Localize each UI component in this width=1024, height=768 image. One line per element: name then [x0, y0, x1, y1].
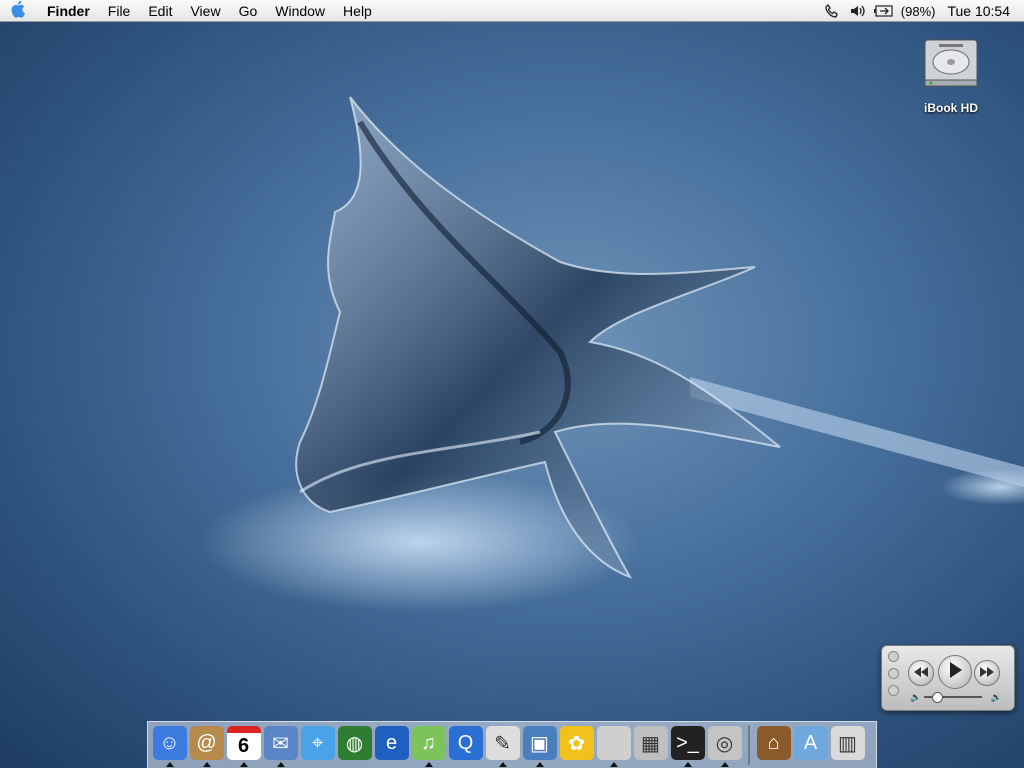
- running-indicator: [683, 762, 692, 767]
- clock[interactable]: Tue 10:54: [939, 3, 1024, 19]
- speaker-low-icon: 🔈: [910, 692, 922, 702]
- play-button[interactable]: [938, 655, 972, 689]
- dock-item-address-book[interactable]: @: [188, 723, 225, 767]
- menu-app-finder[interactable]: Finder: [38, 0, 99, 22]
- rewind-button[interactable]: [908, 660, 934, 686]
- close-dot[interactable]: [888, 651, 899, 662]
- dock-item-applications-folder[interactable]: A: [792, 723, 829, 767]
- finder-icon: ☺: [152, 726, 187, 760]
- minimize-dot[interactable]: [888, 668, 899, 679]
- menu-bar: Finder File Edit View Go Window Help (98…: [0, 0, 1024, 22]
- itunes-controller-widget[interactable]: 🔈 🔊: [881, 645, 1015, 711]
- textedit-icon: ✎: [485, 726, 520, 760]
- quicktime-icon: Q: [448, 726, 483, 760]
- mail-icon: ✉: [263, 726, 298, 760]
- running-indicator: [535, 762, 544, 767]
- dock-item-globe[interactable]: ◍: [336, 723, 373, 767]
- volume-knob[interactable]: [931, 692, 943, 703]
- battery-percentage[interactable]: (98%): [897, 4, 940, 19]
- ical-icon: 6: [226, 726, 261, 760]
- sunflower-icon: ✿: [559, 726, 594, 760]
- fast-forward-button[interactable]: [974, 660, 1000, 686]
- apple-icon: [11, 0, 27, 21]
- menu-go[interactable]: Go: [230, 0, 267, 22]
- itunes-icon: ♫: [411, 726, 446, 760]
- dock-item-mail[interactable]: ✉: [262, 723, 299, 767]
- running-indicator: [276, 762, 285, 767]
- dock-item-color-picker[interactable]: ◎: [706, 723, 743, 767]
- zoom-dot[interactable]: [888, 685, 899, 696]
- menu-extras: (98%) Tue 10:54: [819, 0, 1024, 22]
- calculator-icon: ▦: [633, 726, 668, 760]
- wallpaper-glass-shape: [200, 96, 1024, 612]
- color-picker-icon: ◎: [707, 726, 742, 760]
- dock-item-textedit[interactable]: ✎: [484, 723, 521, 767]
- dock-item-finder[interactable]: ☺: [151, 723, 188, 767]
- dock-item-home-folder[interactable]: ⌂: [755, 723, 792, 767]
- menu-file[interactable]: File: [99, 0, 140, 22]
- safari-icon: ⌖: [300, 726, 335, 760]
- running-indicator: [424, 762, 433, 767]
- ical-date: 6: [237, 735, 250, 757]
- battery-icon[interactable]: [871, 0, 897, 22]
- dock-item-terminal[interactable]: >_: [669, 723, 706, 767]
- dock-separator: [748, 725, 750, 765]
- menu-window[interactable]: Window: [266, 0, 334, 22]
- running-indicator: [165, 762, 174, 767]
- volume-slider[interactable]: 🔈 🔊: [910, 692, 1002, 703]
- hard-drive-icon: [921, 39, 981, 98]
- rewind-icon: [914, 664, 928, 682]
- system-info-icon: [596, 726, 631, 760]
- running-indicator: [498, 762, 507, 767]
- dock-item-quicktime[interactable]: Q: [447, 723, 484, 767]
- trash-icon: ▥: [830, 726, 865, 760]
- dock-item-itunes[interactable]: ♫: [410, 723, 447, 767]
- fast-forward-icon: [980, 664, 994, 682]
- desktop-icon-label: iBook HD: [924, 101, 978, 115]
- dock-item-system-info[interactable]: [595, 723, 632, 767]
- play-icon: [948, 661, 962, 683]
- dock-item-preview[interactable]: ▣: [521, 723, 558, 767]
- dock: ☺ @6 ✉ ⌖ ◍ e ♫ Q ✎ ▣ ✿ ▦ >_ ◎ ⌂ A ▥: [147, 721, 877, 768]
- dock-item-safari[interactable]: ⌖: [299, 723, 336, 767]
- desktop-icon-ibook-hd[interactable]: iBook HD: [910, 36, 992, 115]
- menu-edit[interactable]: Edit: [139, 0, 181, 22]
- dock-item-calculator[interactable]: ▦: [632, 723, 669, 767]
- dock-item-internet-explorer[interactable]: e: [373, 723, 410, 767]
- home-folder-icon: ⌂: [756, 726, 791, 760]
- terminal-icon: >_: [670, 726, 705, 760]
- running-indicator: [202, 762, 211, 767]
- globe-icon: ◍: [337, 726, 372, 760]
- preview-icon: ▣: [522, 726, 557, 760]
- menu-view[interactable]: View: [181, 0, 229, 22]
- speaker-high-icon: 🔊: [990, 692, 1002, 702]
- apple-menu[interactable]: [0, 0, 38, 21]
- dock-item-sunflower[interactable]: ✿: [558, 723, 595, 767]
- running-indicator: [609, 762, 618, 767]
- internet-explorer-icon: e: [374, 726, 409, 760]
- running-indicator: [720, 762, 729, 767]
- running-indicator: [239, 762, 248, 767]
- address-book-icon: @: [189, 726, 224, 760]
- dock-item-ical[interactable]: 6: [225, 723, 262, 767]
- dock-item-trash[interactable]: ▥: [829, 723, 866, 767]
- speaker-icon[interactable]: [845, 0, 871, 22]
- phone-icon[interactable]: [819, 0, 845, 22]
- menu-help[interactable]: Help: [334, 0, 381, 22]
- applications-folder-icon: A: [793, 726, 828, 760]
